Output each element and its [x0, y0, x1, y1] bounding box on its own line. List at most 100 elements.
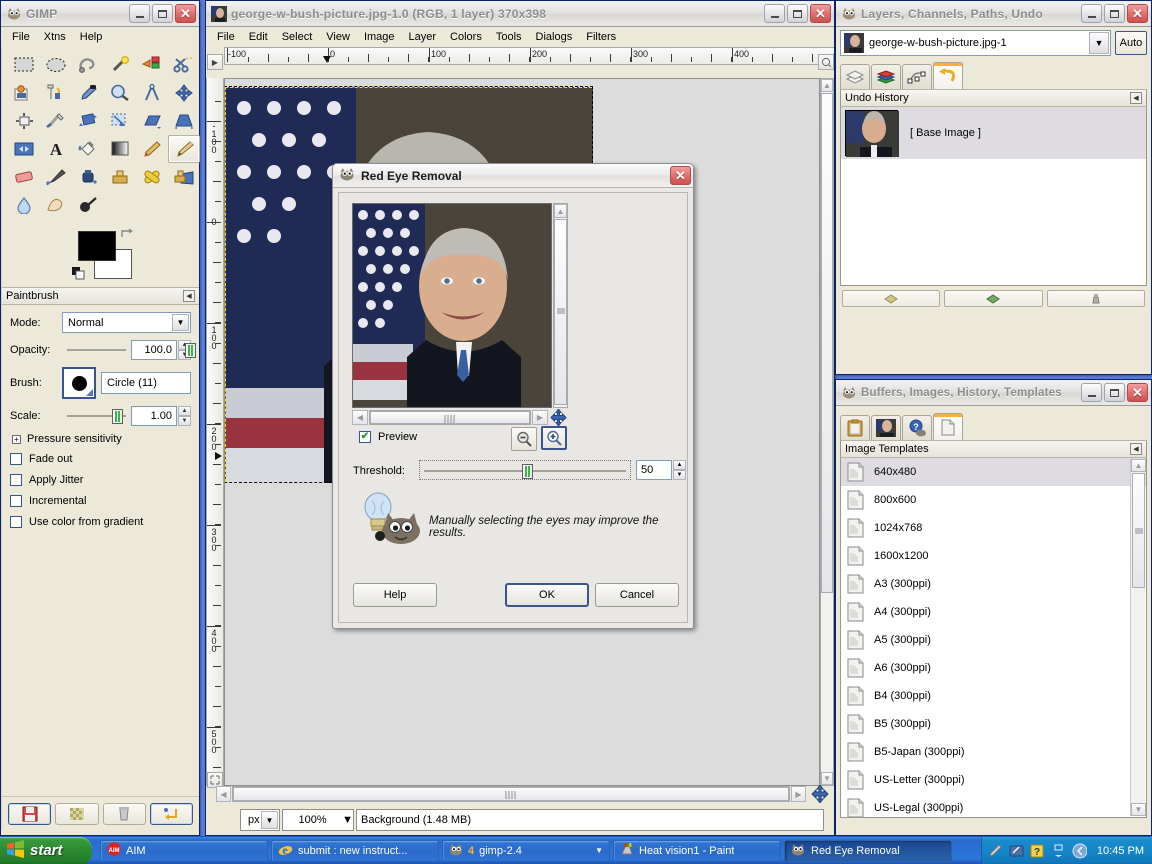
- layers-tab[interactable]: [840, 64, 870, 89]
- scroll-thumb[interactable]: [1132, 473, 1145, 588]
- stepper-down-icon[interactable]: ▼: [178, 416, 191, 426]
- maximize-button[interactable]: [787, 4, 808, 23]
- taskbar-item-aim[interactable]: AIM AIM: [100, 839, 268, 862]
- ruler-menu-button[interactable]: ▶: [207, 54, 223, 70]
- list-item[interactable]: A4 (300ppi): [841, 598, 1146, 626]
- maximize-button[interactable]: [1104, 4, 1125, 23]
- tablet-tray-icon[interactable]: [1009, 843, 1024, 858]
- zoom-tool[interactable]: [104, 79, 136, 107]
- close-button[interactable]: ✕: [810, 4, 831, 23]
- pressure-sensitivity-expander[interactable]: + Pressure sensitivity: [12, 433, 191, 445]
- menu-view[interactable]: View: [319, 29, 357, 45]
- image-templates-list[interactable]: 640x480 800x600 1024x768 1600x1200 A3 (3…: [840, 458, 1147, 818]
- airbrush-tool[interactable]: [40, 163, 72, 191]
- preview-navigate-icon[interactable]: [550, 408, 567, 427]
- scroll-up-icon[interactable]: ▲: [1131, 459, 1146, 472]
- document-history-tab[interactable]: ?: [902, 415, 932, 440]
- menu-image[interactable]: Image: [357, 29, 402, 45]
- preview-vertical-scrollbar[interactable]: ▲: [553, 203, 568, 408]
- scroll-thumb[interactable]: [821, 93, 833, 593]
- scale-stepper[interactable]: ▲ ▼: [178, 406, 191, 426]
- pen-tray-icon[interactable]: [988, 843, 1003, 858]
- measure-tool[interactable]: [136, 79, 168, 107]
- checkbox-use-color-from-gradient[interactable]: Use color from gradient: [10, 516, 191, 528]
- close-button[interactable]: ✕: [1127, 4, 1148, 23]
- align-tool[interactable]: [8, 107, 40, 135]
- taskbar-item-gimp-group[interactable]: 4 gimp-2.4 ▼: [442, 839, 610, 862]
- close-button[interactable]: ✕: [1127, 383, 1148, 402]
- list-item[interactable]: 800x600: [841, 486, 1146, 514]
- checkbox-icon[interactable]: [10, 495, 22, 507]
- cancel-button[interactable]: Cancel: [595, 583, 679, 607]
- panel-menu-icon[interactable]: ◀: [1130, 92, 1142, 104]
- clock[interactable]: 10:45 PM: [1097, 845, 1144, 857]
- select-by-color-tool[interactable]: [136, 51, 168, 79]
- opacity-knob[interactable]: [185, 343, 196, 358]
- paths-tool[interactable]: [40, 79, 72, 107]
- templates-tab[interactable]: [933, 413, 963, 440]
- checkbox-icon[interactable]: [10, 453, 22, 465]
- heal-tool[interactable]: [136, 163, 168, 191]
- list-item[interactable]: B5 (300ppi): [841, 710, 1146, 738]
- fuzzy-select-tool[interactable]: [104, 51, 136, 79]
- taskbar-item-paint[interactable]: Heat vision1 - Paint: [613, 839, 781, 862]
- paintbrush-tool[interactable]: [168, 135, 200, 163]
- threshold-knob[interactable]: [522, 464, 533, 479]
- list-item[interactable]: A5 (300ppi): [841, 626, 1146, 654]
- list-item[interactable]: [ Base Image ]: [841, 107, 1146, 159]
- chevron-down-icon[interactable]: ▼: [1089, 32, 1109, 54]
- menu-tools[interactable]: Tools: [489, 29, 529, 45]
- threshold-value[interactable]: 50: [636, 460, 672, 480]
- redo-button[interactable]: [944, 290, 1043, 307]
- chevron-tray-icon[interactable]: [1051, 843, 1066, 858]
- opacity-value[interactable]: 100.0: [131, 340, 177, 360]
- maximize-button[interactable]: [1104, 383, 1125, 402]
- minimize-button[interactable]: [129, 4, 150, 23]
- checkbox-fade-out[interactable]: Fade out: [10, 453, 191, 465]
- scale-value[interactable]: 1.00: [131, 406, 177, 426]
- scroll-up-icon[interactable]: ▲: [821, 79, 833, 92]
- rotate-tool[interactable]: [72, 107, 104, 135]
- unit-select[interactable]: px ▼: [240, 809, 280, 831]
- preview-scroll-left-icon[interactable]: ◀: [352, 410, 368, 425]
- quickmask-indicator[interactable]: [818, 54, 834, 70]
- foreground-color-swatch[interactable]: [78, 231, 116, 261]
- stepper-down-icon[interactable]: ▼: [673, 470, 686, 480]
- brush-preview-button[interactable]: [62, 367, 96, 399]
- checkbox-icon[interactable]: [10, 474, 22, 486]
- ink-tool[interactable]: [72, 163, 104, 191]
- undo-button[interactable]: [842, 290, 941, 307]
- minimize-button[interactable]: [1081, 383, 1102, 402]
- preview-image[interactable]: [352, 203, 552, 408]
- help-button[interactable]: Help: [353, 583, 437, 607]
- scroll-thumb-h[interactable]: [233, 787, 789, 801]
- zoom-select[interactable]: 100% ▼: [282, 809, 354, 831]
- list-item[interactable]: US-Legal (300ppi): [841, 794, 1146, 817]
- chevron-down-icon[interactable]: ▼: [595, 846, 603, 855]
- preview-checkbox-icon[interactable]: [359, 431, 371, 443]
- minimize-button[interactable]: [764, 4, 785, 23]
- list-item[interactable]: A3 (300ppi): [841, 570, 1146, 598]
- checkbox-apply-jitter[interactable]: Apply Jitter: [10, 474, 191, 486]
- minimize-button[interactable]: [1081, 4, 1102, 23]
- taskbar-item-browser[interactable]: e submit : new instruct...: [271, 839, 439, 862]
- list-item[interactable]: 640x480: [841, 458, 1146, 486]
- blend-tool[interactable]: [104, 135, 136, 163]
- menu-file[interactable]: File: [5, 29, 37, 45]
- taskbar-item-red-eye-removal[interactable]: Red Eye Removal: [784, 839, 952, 862]
- delete-tool-options-button[interactable]: [102, 802, 146, 825]
- chevron-down-icon[interactable]: ▼: [261, 811, 278, 829]
- pencil-tool[interactable]: [136, 135, 168, 163]
- paths-tab[interactable]: [902, 64, 932, 89]
- threshold-stepper[interactable]: ▲ ▼: [673, 460, 686, 480]
- brush-name-value[interactable]: Circle (11): [101, 372, 191, 394]
- menu-file[interactable]: File: [210, 29, 242, 45]
- mode-select[interactable]: Normal ▼: [62, 312, 191, 333]
- vertical-ruler[interactable]: - 1 0 0 0 1 0 0 2 0: [206, 78, 224, 786]
- list-item[interactable]: 1600x1200: [841, 542, 1146, 570]
- scroll-right-icon[interactable]: ▶: [791, 786, 806, 802]
- buffers-tab[interactable]: [840, 415, 870, 440]
- scroll-left-icon[interactable]: ◀: [216, 786, 231, 802]
- zoom-out-button[interactable]: [511, 427, 537, 451]
- images-tab[interactable]: [871, 415, 901, 440]
